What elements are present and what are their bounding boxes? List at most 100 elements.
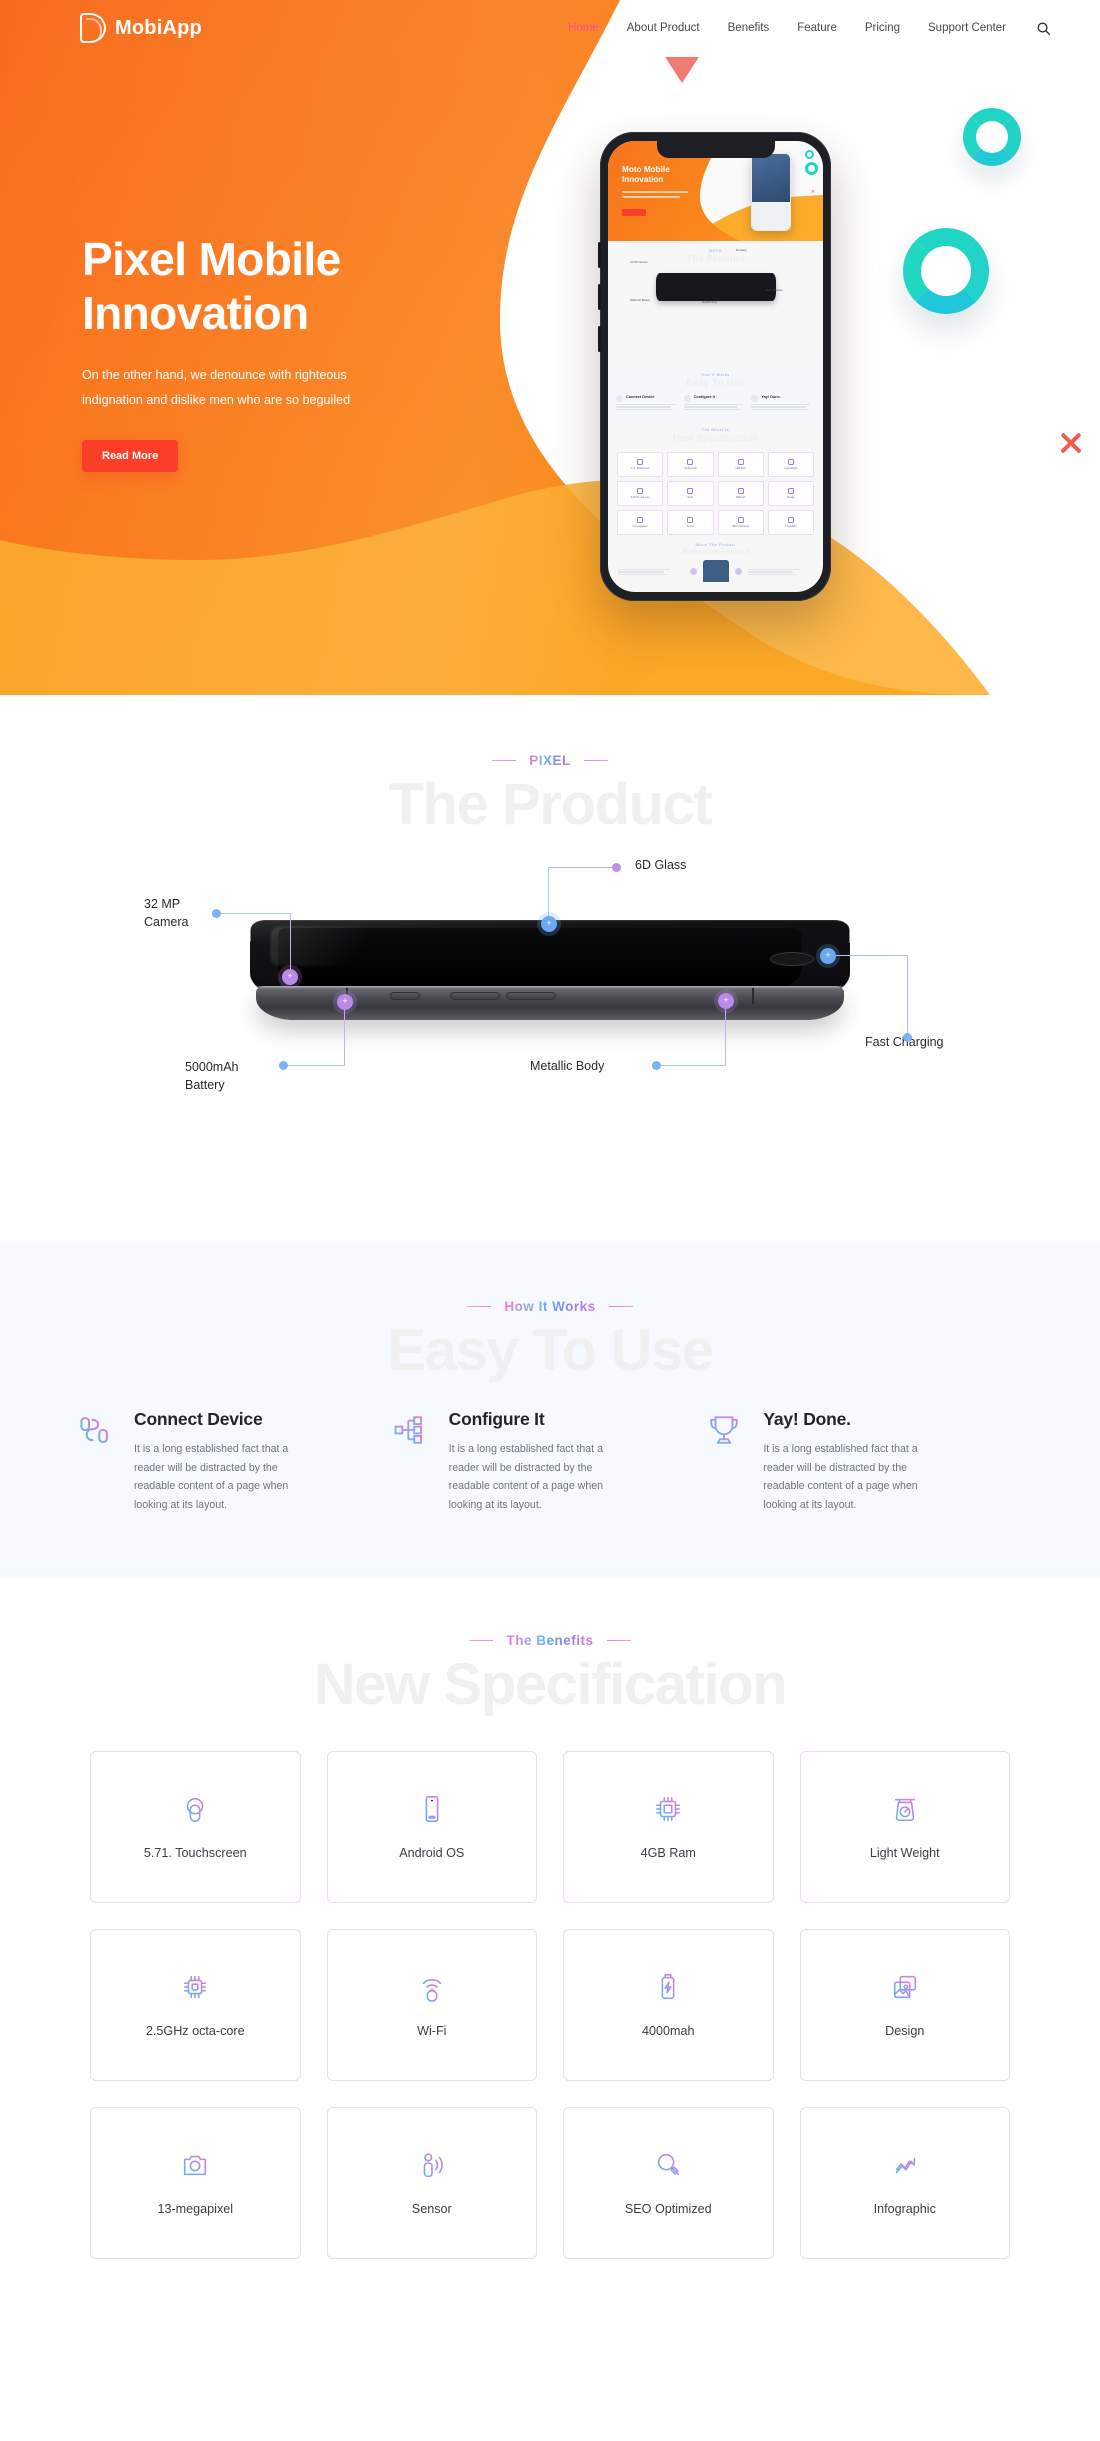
- benefit-card[interactable]: Infographic: [799, 2106, 1010, 2259]
- preview-feature-dot-icon: [689, 567, 697, 575]
- chart-growth-icon: [890, 2150, 920, 2180]
- nav-item-support-center[interactable]: Support Center: [928, 22, 1006, 34]
- preview-ring-large-icon: [805, 162, 818, 175]
- benefit-card[interactable]: SEO Optimized: [563, 2106, 774, 2259]
- preview-x-icon: ✕: [810, 189, 815, 195]
- preview-benefit-card: 13-megapixel: [617, 510, 664, 536]
- nav-item-home[interactable]: Home: [568, 22, 599, 34]
- processor-icon: [637, 488, 644, 495]
- preview-benefits-eyebrow: The Benefits: [701, 428, 730, 433]
- preview-hero-title-line2: Innovation: [622, 175, 664, 185]
- chart-growth-icon: [787, 517, 794, 524]
- eyebrow-dash-left: [469, 1639, 494, 1642]
- chip-icon: [737, 459, 744, 466]
- preview-benefit-card: Infographic: [767, 510, 814, 536]
- preview-benefit-card-label: Android OS: [684, 467, 697, 471]
- preview-how-item-title: Configure It: [693, 395, 715, 399]
- benefit-card[interactable]: Design: [799, 1928, 1010, 2081]
- benefits-eyebrow: The Benefits: [0, 1633, 1100, 1648]
- benefit-card[interactable]: 2.5GHz octa-core: [90, 1928, 301, 2081]
- preview-how-item-title: Yay! Done.: [761, 395, 781, 399]
- benefit-card[interactable]: Light Weight: [799, 1750, 1010, 1903]
- benefits-eyebrow-label: The Benefits: [506, 1633, 594, 1649]
- benefit-card[interactable]: Sensor: [326, 2106, 537, 2259]
- trophy-icon: [707, 1409, 747, 1515]
- preview-benefits-grid: 5.71. Touchscreen Android OS 4GB Ram Light …: [608, 452, 823, 536]
- product-eyebrow: PIXEL: [0, 753, 1100, 768]
- preview-benefit-card-label: Sensor: [686, 525, 695, 529]
- hero-title-line2: Innovation: [82, 287, 309, 340]
- eyebrow-dash-right: [606, 1639, 631, 1642]
- preview-callouts: 32 MP Camera 6D Glass 5000mAh Battery Me…: [618, 249, 813, 357]
- benefit-card-label: SEO Optimized: [624, 2201, 712, 2216]
- benefit-card-label: Wi-Fi: [417, 2023, 447, 2038]
- benefit-card[interactable]: 5.71. Touchscreen: [90, 1750, 301, 1903]
- preview-benefit-card: 5.71. Touchscreen: [617, 452, 664, 478]
- callout-pin-metallic: +: [718, 992, 734, 1009]
- callout-line-glass-v: [548, 866, 550, 922]
- preview-hero-title: Moto Mobile Innovation: [622, 165, 670, 186]
- nav-item-pricing[interactable]: Pricing: [865, 22, 900, 34]
- triangle-decoration: [665, 57, 699, 83]
- preview-feature-section: About The Product Awesome Feature: [608, 543, 823, 590]
- preview-read-more-button: [622, 209, 646, 216]
- device-antenna-seam: [752, 987, 754, 1004]
- benefit-card[interactable]: Wi-Fi: [326, 1928, 537, 2081]
- device-home-button: [769, 951, 815, 966]
- preview-device: [655, 273, 776, 301]
- preview-feature-heading: Awesome Feature: [681, 547, 750, 557]
- read-more-button[interactable]: Read More: [82, 440, 179, 473]
- preview-product-eyebrow: MOTO: [708, 249, 723, 253]
- benefit-card[interactable]: 4000mah: [563, 1928, 774, 2081]
- benefit-card[interactable]: Android OS: [326, 1750, 537, 1903]
- preview-benefit-card: 2.5GHz octa-core: [617, 481, 664, 507]
- callout-line-charging-v: [907, 954, 909, 1037]
- preview-how-item: Connect Device: [616, 395, 680, 411]
- preview-benefit-card-label: 2.5GHz octa-core: [630, 496, 650, 500]
- battery-icon: [653, 1972, 683, 2002]
- camera-icon: [180, 2150, 210, 2180]
- preview-how-heading: Easy To Use: [686, 378, 745, 389]
- image-design-icon: [787, 488, 794, 495]
- nav-item-feature[interactable]: Feature: [797, 22, 837, 34]
- benefits-ghost-heading: New Specification: [313, 1652, 788, 1718]
- benefit-card-label: 5.71. Touchscreen: [143, 1845, 247, 1860]
- wifi-icon: [417, 1972, 447, 2002]
- how-it-works-section: How It Works Easy To Use Connect Device …: [0, 1243, 1100, 1578]
- benefit-card[interactable]: 13-megapixel: [90, 2106, 301, 2259]
- search-icon[interactable]: [1034, 19, 1052, 37]
- preview-feature-device: [702, 560, 729, 583]
- hero-title-line1: Pixel Mobile: [82, 233, 341, 285]
- preview-how-item-title: Connect Device: [626, 395, 655, 399]
- callout-line-glass-h: [548, 866, 614, 869]
- callout-pin-battery: +: [337, 993, 353, 1010]
- preview-benefit-card-label: 13-megapixel: [632, 525, 648, 529]
- nav-item-about-product[interactable]: About Product: [627, 22, 700, 34]
- how-item-text: It is a long established fact that a rea…: [134, 1442, 289, 1512]
- preview-benefit-card-label: 5.71. Touchscreen: [630, 467, 650, 471]
- configure-sitemap-icon: [393, 1409, 433, 1515]
- hero-phone-mockup: Moto Mobile Innovation ✕ MOTO The Produc…: [597, 132, 831, 601]
- nav-item-benefits[interactable]: Benefits: [728, 22, 770, 34]
- product-eyebrow-label: PIXEL: [529, 753, 571, 768]
- callout-dot-battery: [279, 1060, 288, 1070]
- product-diagram: 32 MP Camera + 6D Glass + Fast Charging …: [0, 833, 1100, 1163]
- benefits-section: The Benefits New Specification 5.71. Tou…: [0, 1577, 1100, 2329]
- benefit-card[interactable]: 4GB Ram: [563, 1750, 774, 1903]
- preview-callout-glass: 6D Glass: [736, 249, 747, 252]
- eyebrow-dash-left: [467, 1305, 492, 1308]
- preview-benefit-card-label: Light Weight: [784, 467, 798, 471]
- preview-benefit-card: 4000mah: [717, 481, 764, 507]
- callout-line-battery-v: [344, 1007, 346, 1066]
- x-mark-decoration: [1058, 430, 1084, 456]
- preview-benefits-heading: New Specification: [672, 433, 759, 445]
- preview-hero-title-line1: Moto Mobile: [622, 165, 670, 174]
- benefit-card-label: 4GB Ram: [640, 1845, 696, 1860]
- battery-icon: [737, 488, 744, 495]
- preview-benefit-card: Light Weight: [767, 452, 814, 478]
- hero-copy: Pixel Mobile Innovation On the other han…: [82, 232, 512, 473]
- callout-dot-metallic: [652, 1060, 661, 1070]
- brand-logo[interactable]: MobiApp: [80, 13, 202, 43]
- product-section: PIXEL The Product 32 MP Camera + 6D Glas…: [0, 695, 1100, 1243]
- brand-name: MobiApp: [115, 16, 202, 39]
